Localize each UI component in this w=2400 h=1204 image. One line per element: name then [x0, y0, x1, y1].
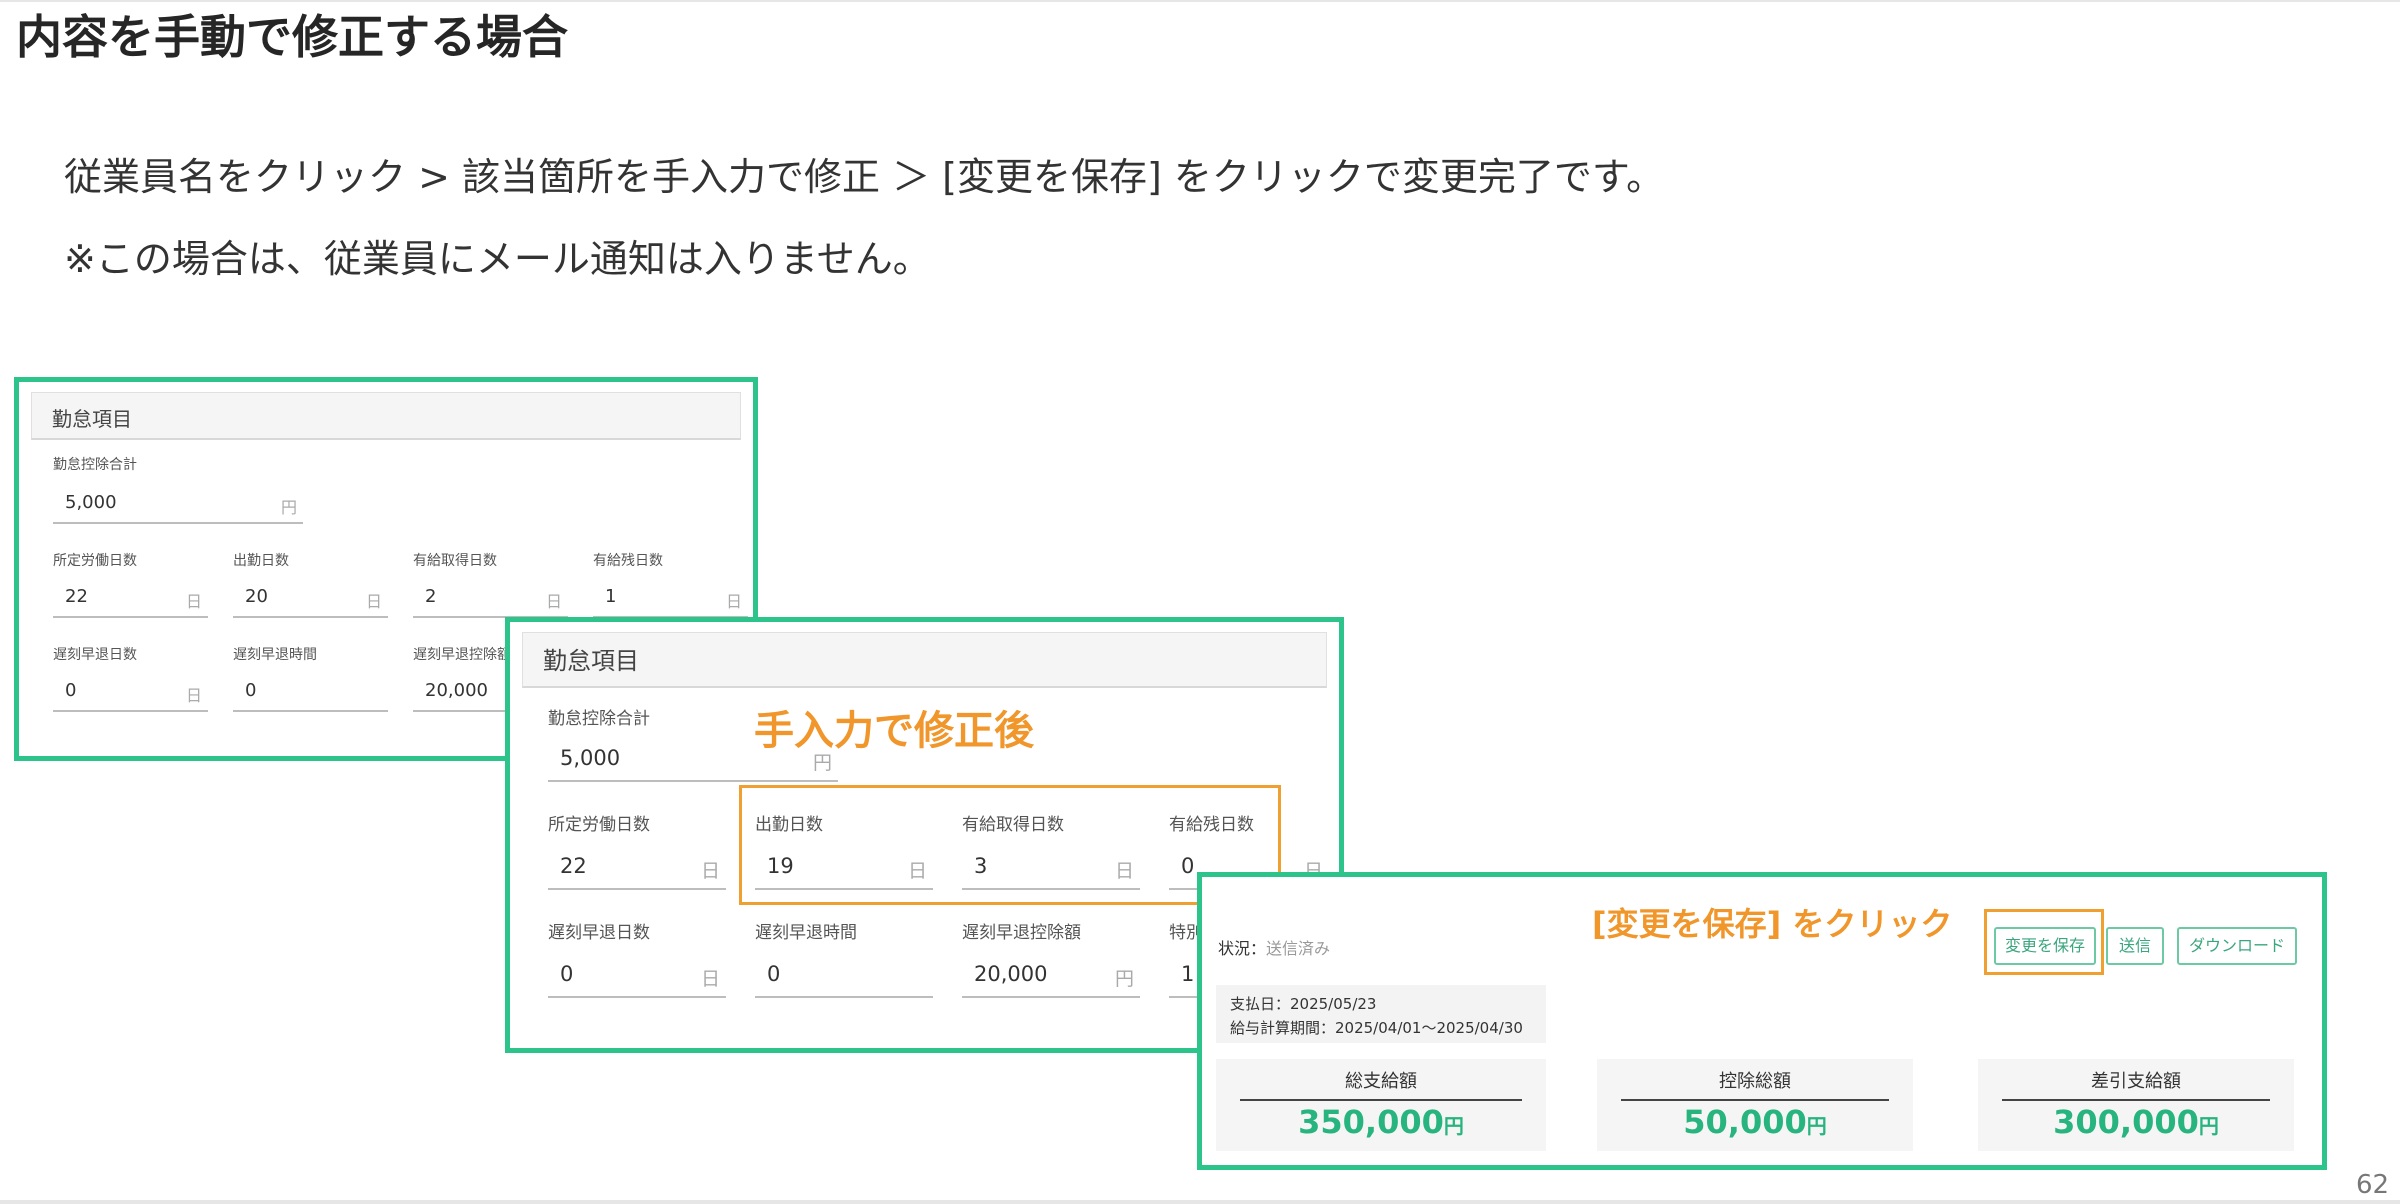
deduction-total-label: 勤怠控除合計 — [548, 709, 650, 729]
save-button[interactable]: 変更を保存 — [1994, 927, 2096, 965]
page-number: 62 — [2356, 1170, 2390, 1200]
pay-date: 支払日：2025/05/23 — [1230, 995, 1377, 1013]
deduction-total-field[interactable]: 5,000 円 — [53, 484, 303, 524]
send-button[interactable]: 送信 — [2106, 927, 2164, 965]
instruction-text: 従業員名をクリック > 該当箇所を手入力で修正 ＞ [変更を保存] をクリックで… — [64, 155, 1665, 199]
field-label: 所定労働日数 — [53, 553, 137, 569]
attendance-section-header: 勤怠項目 — [522, 632, 1327, 688]
section-title: 勤怠項目 — [52, 407, 132, 431]
attendance-days-field[interactable]: 19 日 — [755, 844, 933, 890]
paid-leave-remaining-field[interactable]: 1日 — [593, 578, 748, 618]
net-pay-card: 差引支給額 300,000円 — [1978, 1059, 2294, 1151]
field-label: 遅刻早退時間 — [233, 647, 317, 663]
field-label: 遅刻早退日数 — [53, 647, 137, 663]
section-title: 勤怠項目 — [543, 647, 639, 675]
paid-leave-taken-field[interactable]: 2日 — [413, 578, 568, 618]
field-label: 遅刻早退控除額 — [413, 647, 511, 663]
field-label: 有給取得日数 — [413, 553, 497, 569]
gross-pay-amount: 350,000 — [1298, 1103, 1444, 1141]
field-label: 有給残日数 — [1169, 815, 1254, 835]
late-early-deduction-field[interactable]: 20,000 円 — [962, 952, 1140, 998]
total-deduction-card: 控除総額 50,000円 — [1597, 1059, 1913, 1151]
field-label: 遅刻早退日数 — [548, 923, 650, 943]
late-early-hours-field[interactable]: 0 — [233, 672, 388, 712]
download-button[interactable]: ダウンロード — [2177, 927, 2297, 965]
late-early-hours-field[interactable]: 0 — [755, 952, 933, 998]
gross-pay-card: 総支給額 350,000円 — [1216, 1059, 1546, 1151]
net-pay-amount: 300,000 — [2053, 1103, 2199, 1141]
field-label: 所定労働日数 — [548, 815, 650, 835]
field-label: 有給残日数 — [593, 553, 663, 569]
attendance-section-header: 勤怠項目 — [31, 392, 741, 440]
field-label: 出勤日数 — [233, 553, 289, 569]
field-label: 遅刻早退時間 — [755, 923, 857, 943]
bottom-divider — [0, 1200, 2400, 1204]
note-text: ※この場合は、従業員にメール通知は入りません。 — [64, 237, 931, 281]
field-label: 遅刻早退控除額 — [962, 923, 1081, 943]
paid-leave-taken-field[interactable]: 3日 — [962, 844, 1140, 890]
pay-info: 支払日：2025/05/23 給与計算期間：2025/04/01～2025/04… — [1216, 985, 1546, 1043]
scheduled-days-field[interactable]: 22 日 — [53, 578, 208, 618]
scheduled-days-field[interactable]: 22 日 — [548, 844, 726, 890]
field-label: 有給取得日数 — [962, 815, 1064, 835]
field-label: 出勤日数 — [755, 815, 823, 835]
page-title: 内容を手動で修正する場合 — [16, 10, 568, 64]
deduction-total-field[interactable]: 5,000 円 — [548, 736, 838, 782]
click-save-annotation: [変更を保存] をクリック — [1592, 905, 1953, 943]
late-early-days-field[interactable]: 0日 — [53, 672, 208, 712]
attendance-days-field[interactable]: 20 日 — [233, 578, 388, 618]
late-early-days-field[interactable]: 0日 — [548, 952, 726, 998]
pay-period: 給与計算期間：2025/04/01～2025/04/30 — [1230, 1019, 1523, 1037]
top-divider — [0, 0, 2400, 2]
save-screenshot: 状況：送信済み [変更を保存] をクリック 変更を保存 送信 ダウンロード 支払… — [1197, 872, 2327, 1170]
total-deduction-amount: 50,000 — [1683, 1103, 1807, 1141]
status: 状況：送信済み — [1218, 939, 1331, 958]
deduction-total-label: 勤怠控除合計 — [53, 457, 137, 473]
